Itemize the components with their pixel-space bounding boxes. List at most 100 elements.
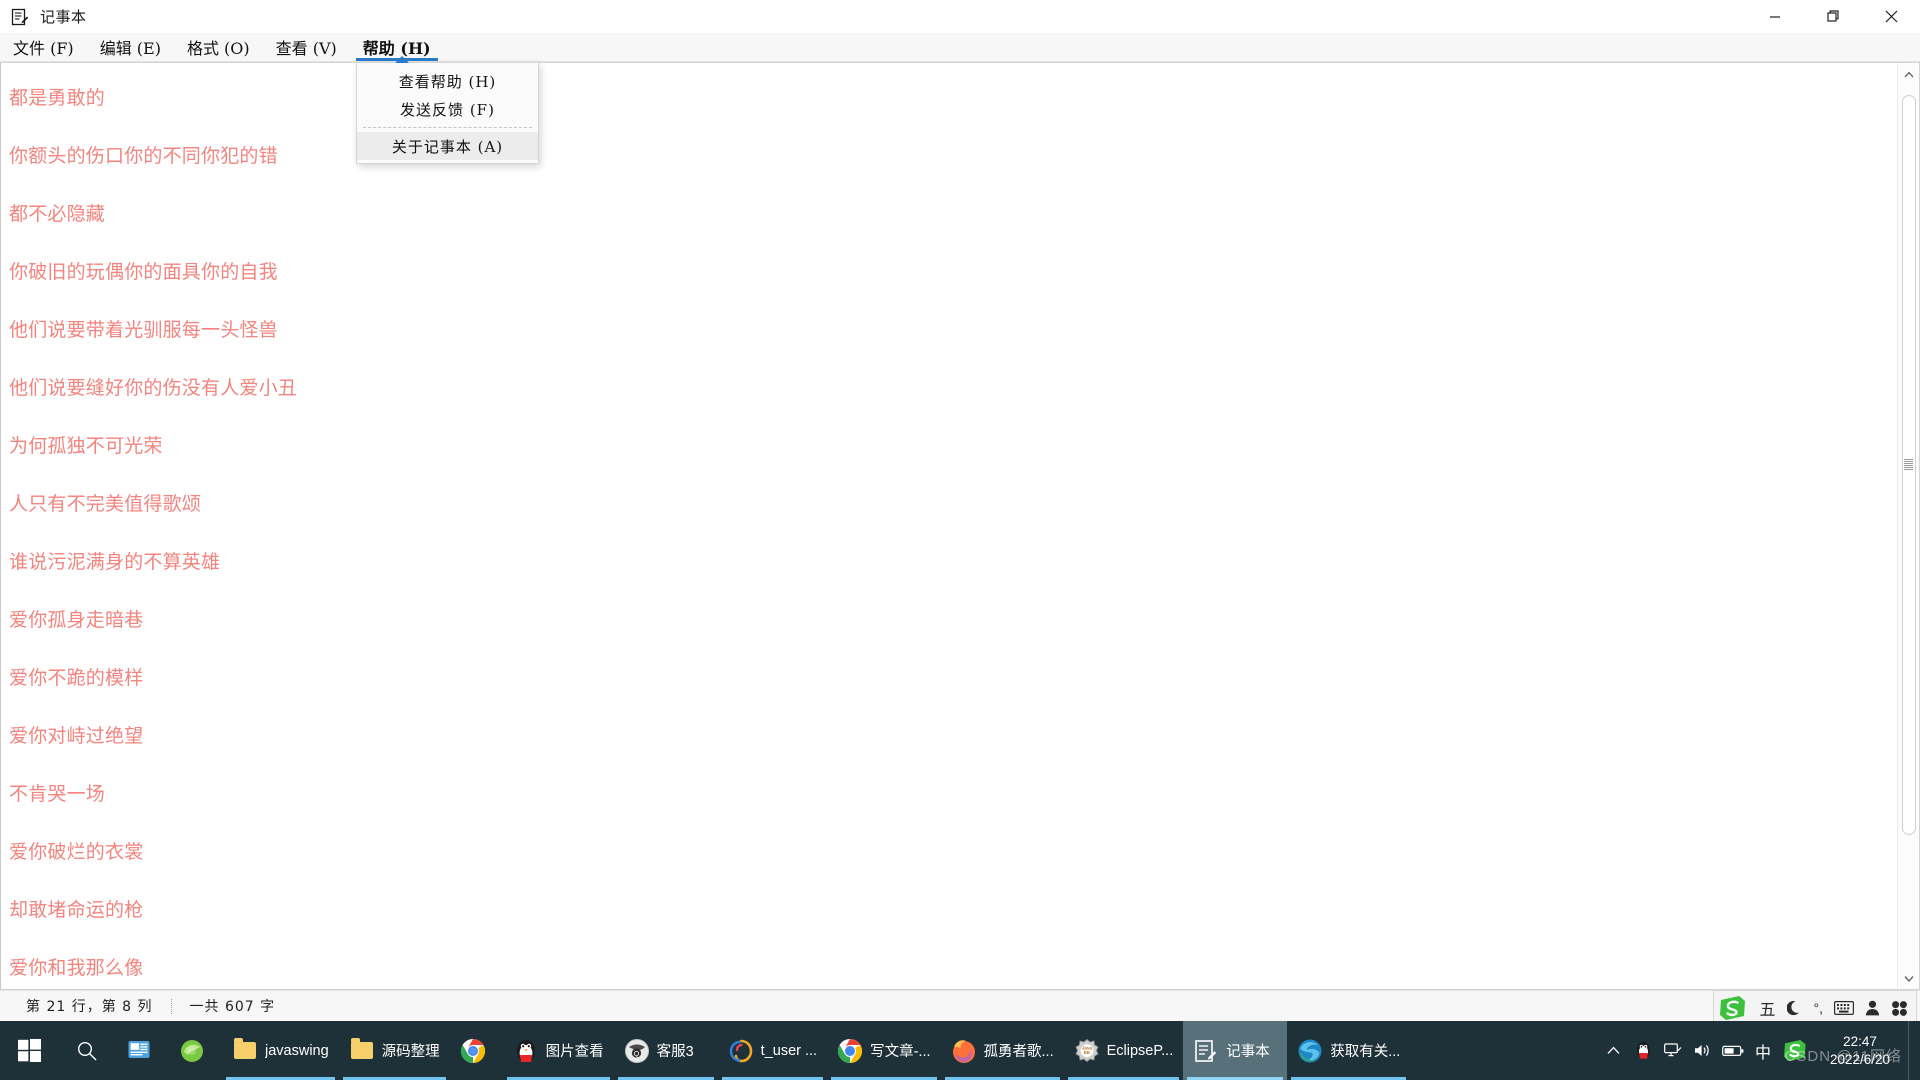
menu-bar: 文件 (F) 编辑 (E) 格式 (O) 查看 (V) 帮助 (H) [0, 33, 1920, 62]
taskbar-buttons: javaswing 源码整理 图片查看 Q 客服3 t_user ... 写文章… [116, 1021, 1410, 1080]
menu-format-label: 格式 (O) [186, 39, 250, 58]
text-line: 爱你和我那么像 [9, 957, 144, 979]
menu-item-view-help[interactable]: 查看帮助 (H) [357, 67, 538, 95]
window-title: 记事本 [40, 9, 87, 26]
taskbar-edge[interactable]: 获取有关... [1287, 1021, 1410, 1080]
text-content[interactable]: 都是勇敢的 你额头的伤口你的不同你犯的错 都不必隐藏 你破旧的玩偶你的面具你的自… [1, 63, 1897, 989]
text-line: 却敢堵命运的枪 [9, 899, 144, 921]
character-count: 一共 607 字 [189, 999, 276, 1015]
ime-toolbox-icon[interactable] [1891, 1000, 1908, 1017]
text-line: 爱你孤身走暗巷 [9, 609, 144, 631]
sogou-logo-icon[interactable] [1718, 994, 1748, 1022]
vertical-scrollbar[interactable] [1897, 63, 1919, 989]
cursor-position: 第 21 行，第 8 列 [26, 999, 153, 1015]
scrollbar-track[interactable] [1898, 85, 1920, 967]
firefox-icon [951, 1038, 977, 1064]
taskbar-eclipse-label: EclipseP... [1106, 1042, 1174, 1059]
menu-file-label: 文件 (F) [13, 39, 74, 58]
ime-mode-wubi-icon[interactable]: 五 [1759, 996, 1775, 1020]
notepad-window: 记事本 文件 (F) 编辑 (E) 格式 (O) 查看 (V) 帮助 (H) 都… [0, 0, 1920, 1021]
taskbar-firefox-song-label: 孤勇者歌... [983, 1044, 1054, 1060]
close-button[interactable] [1862, 0, 1920, 33]
text-line: 人只有不完美值得歌颂 [9, 493, 202, 515]
text-line: 都是勇敢的 [9, 87, 106, 109]
taskbar-folder-sourcecode[interactable]: 源码整理 [339, 1021, 450, 1080]
show-desktop-button[interactable] [1908, 1021, 1916, 1080]
clock[interactable]: 22:47 2022/6/20 [1812, 1021, 1908, 1080]
menu-view[interactable]: 查看 (V) [263, 33, 350, 61]
folder-icon [349, 1038, 375, 1064]
scrollbar-thumb[interactable] [1901, 95, 1916, 835]
menu-item-view-help-label: 查看帮助 (H) [398, 72, 497, 91]
text-line: 你额头的伤口你的不同你犯的错 [9, 145, 278, 167]
window-controls [1746, 0, 1920, 33]
taskbar-customer-service-label: 客服3 [656, 1044, 694, 1060]
qq-group-icon: Q [624, 1038, 650, 1064]
taskbar-wechat[interactable] [116, 1021, 169, 1080]
svg-text:EE: EE [1084, 1050, 1090, 1055]
tray-battery-icon[interactable] [1718, 1021, 1748, 1080]
search-icon[interactable] [58, 1021, 116, 1080]
ime-moon-icon[interactable] [1786, 1000, 1803, 1017]
scrollbar-grip-icon [1904, 459, 1913, 471]
start-button[interactable] [0, 1021, 58, 1080]
editor-area[interactable]: 都是勇敢的 你额头的伤口你的不同你犯的错 都不必隐藏 你破旧的玩偶你的面具你的自… [0, 62, 1920, 990]
ime-keyboard-icon[interactable] [1834, 1001, 1854, 1015]
text-line: 他们说要缝好你的伤没有人爱小丑 [9, 377, 298, 399]
notepad-icon [1193, 1038, 1219, 1064]
taskbar-image-viewer-label: 图片查看 [545, 1044, 604, 1060]
taskbar-navicat[interactable]: t_user ... [718, 1021, 827, 1080]
text-line: 爱你破烂的衣裳 [9, 841, 144, 863]
tray-volume-icon[interactable] [1688, 1021, 1718, 1080]
menu-item-about-notepad-label: 关于记事本 (A) [391, 137, 504, 156]
taskbar-folder-sourcecode-label: 源码整理 [381, 1044, 440, 1060]
notepad-icon [10, 7, 30, 27]
maximize-button[interactable] [1804, 0, 1862, 33]
menu-format[interactable]: 格式 (O) [174, 33, 263, 61]
tray-sogou-icon[interactable] [1778, 1021, 1812, 1080]
clock-date: 2022/6/20 [1829, 1051, 1891, 1067]
chrome-icon [837, 1038, 863, 1064]
eclipse-icon: Java EE [1074, 1038, 1100, 1064]
taskbar-wechat-secondary[interactable] [169, 1021, 222, 1080]
taskbar-notepad[interactable]: 记事本 [1183, 1021, 1288, 1080]
taskbar: javaswing 源码整理 图片查看 Q 客服3 t_user ... 写文章… [0, 1021, 1920, 1080]
taskbar-notepad-label: 记事本 [1226, 1044, 1270, 1060]
minimize-button[interactable] [1746, 0, 1804, 33]
menu-item-about-notepad[interactable]: 关于记事本 (A) [357, 132, 538, 160]
system-tray: 中 22:47 2022/6/20 [1598, 1021, 1920, 1080]
folder-icon [232, 1038, 258, 1064]
text-line: 都不必隐藏 [9, 203, 106, 225]
svg-text:Q: Q [633, 1051, 639, 1058]
edge-icon [1297, 1038, 1323, 1064]
scroll-up-icon[interactable] [1898, 63, 1920, 85]
menu-item-send-feedback[interactable]: 发送反馈 (F) [357, 95, 538, 123]
taskbar-firefox-song[interactable]: 孤勇者歌... [941, 1021, 1064, 1080]
text-line: 他们说要带着光驯服每一头怪兽 [9, 319, 278, 341]
tray-show-hidden-icons[interactable] [1598, 1021, 1628, 1080]
taskbar-navicat-label: t_user ... [760, 1042, 818, 1059]
menu-view-label: 查看 (V) [275, 39, 337, 58]
taskbar-image-viewer[interactable]: 图片查看 [503, 1021, 614, 1080]
tray-qq-icon[interactable] [1628, 1021, 1658, 1080]
taskbar-customer-service[interactable]: Q 客服3 [614, 1021, 718, 1080]
tray-network-icon[interactable] [1658, 1021, 1688, 1080]
menu-file[interactable]: 文件 (F) [0, 33, 87, 61]
ime-user-icon[interactable] [1865, 1000, 1880, 1016]
taskbar-folder-javaswing[interactable]: javaswing [222, 1021, 339, 1080]
ime-punctuation-icon[interactable]: °, [1814, 1000, 1824, 1016]
text-line: 不肯哭一场 [9, 783, 106, 805]
taskbar-chrome-article[interactable]: 写文章-... [827, 1021, 940, 1080]
qq-penguin-icon [513, 1038, 539, 1064]
tray-ime-chinese-icon[interactable]: 中 [1748, 1021, 1778, 1080]
text-line: 谁说污泥满身的不算英雄 [9, 551, 221, 573]
taskbar-folder-javaswing-label: javaswing [265, 1042, 329, 1059]
taskbar-chrome[interactable] [450, 1021, 503, 1080]
text-line: 为何孤独不可光荣 [9, 435, 163, 457]
title-bar: 记事本 [0, 0, 1920, 33]
taskbar-eclipse[interactable]: Java EE EclipseP... [1064, 1021, 1184, 1080]
menu-edit[interactable]: 编辑 (E) [87, 33, 174, 61]
scroll-down-icon[interactable] [1898, 967, 1920, 989]
status-bar: 第 21 行，第 8 列 一共 607 字 [0, 990, 1920, 1021]
navicat-icon [728, 1038, 754, 1064]
